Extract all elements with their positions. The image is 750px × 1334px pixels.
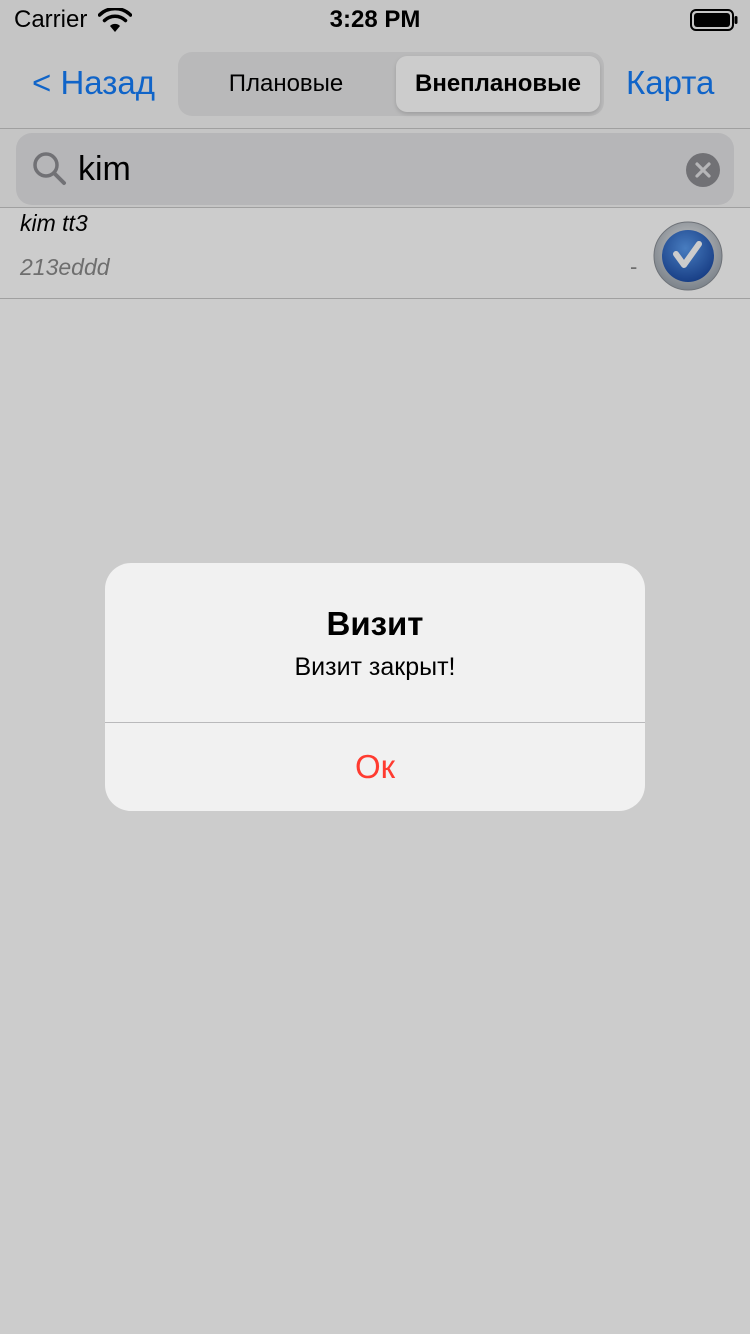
alert-dialog: Визит Визит закрыт! Ок <box>105 563 645 811</box>
ok-button[interactable]: Ок <box>105 723 645 811</box>
alert-title: Визит <box>326 605 424 642</box>
alert-message: Визит закрыт! <box>294 653 456 681</box>
